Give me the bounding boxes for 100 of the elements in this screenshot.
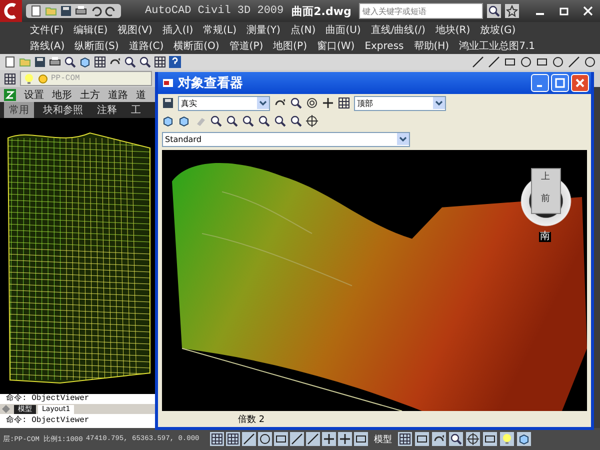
status-tool-icon[interactable] (415, 432, 430, 446)
rectangle-icon[interactable] (504, 56, 516, 68)
menu-item[interactable]: 常规(L) (203, 23, 236, 37)
circle-icon[interactable] (552, 56, 564, 68)
cube-icon[interactable] (162, 115, 174, 127)
zoom-icon[interactable] (290, 115, 302, 127)
zoom-icon[interactable] (64, 56, 76, 68)
restore-icon[interactable] (558, 5, 570, 17)
status-tool-icon[interactable] (398, 432, 412, 446)
menu-item[interactable]: 文件(F) (30, 23, 64, 37)
search-field[interactable]: 键入关键字或短语 (359, 3, 484, 19)
menu-item[interactable]: 帮助(H) (414, 39, 450, 53)
zoom-icon[interactable] (124, 56, 136, 68)
menu-item[interactable]: 点(N) (290, 23, 316, 37)
zoom-icon[interactable] (139, 56, 151, 68)
bulb-icon[interactable] (23, 72, 35, 84)
zoom-icon[interactable] (258, 115, 270, 127)
menu-item[interactable]: 管道(P) (229, 39, 264, 53)
zoom-icon[interactable] (210, 115, 222, 127)
menu-item[interactable]: 编辑(E) (74, 23, 108, 37)
zoom-icon[interactable] (242, 115, 254, 127)
close-icon[interactable] (582, 5, 594, 17)
zoom-icon[interactable] (290, 97, 302, 109)
menu-item[interactable]: 设置 (24, 88, 44, 102)
menu-item[interactable]: 视图(V) (118, 23, 152, 37)
cube-icon[interactable] (79, 56, 91, 68)
save-icon[interactable] (34, 56, 46, 68)
menu-item[interactable]: 曲面(U) (326, 23, 361, 37)
style-dropdown[interactable]: Standard (162, 132, 410, 146)
maximize-icon[interactable] (551, 74, 569, 92)
grid-icon[interactable] (338, 97, 350, 109)
menu-item[interactable]: 窗口(W) (316, 39, 355, 53)
status-toggle-icon[interactable] (274, 432, 288, 446)
menu-item[interactable]: 道路(C) (128, 39, 164, 53)
ribbon-tab[interactable]: 工 (126, 102, 146, 118)
app-icon[interactable] (162, 77, 174, 89)
line-icon[interactable] (488, 56, 500, 68)
menu-item[interactable]: 放坡(G) (480, 23, 516, 37)
ribbon-tab[interactable]: 块和参照 (38, 102, 88, 118)
ribbon-tab[interactable]: 常用 (4, 102, 34, 118)
menu-item[interactable]: 横断面(O) (174, 39, 220, 53)
search-icon[interactable] (487, 4, 502, 18)
menu-item[interactable]: 地块(R) (435, 23, 470, 37)
menu-item[interactable]: 路线(A) (30, 39, 65, 53)
pan-icon[interactable] (322, 97, 334, 109)
save-icon[interactable] (162, 97, 174, 109)
visual-style-dropdown[interactable]: 真实 (178, 96, 270, 110)
status-tool-icon[interactable] (432, 432, 446, 446)
circle-icon[interactable] (520, 56, 532, 68)
menu-item[interactable]: 道路 (108, 88, 128, 102)
zoom-icon[interactable] (226, 115, 238, 127)
menu-item[interactable]: Express (364, 40, 404, 52)
star-icon[interactable] (505, 4, 520, 18)
zoom-icon[interactable] (274, 115, 286, 127)
model-button[interactable]: 模型 (371, 432, 396, 446)
menu-item[interactable]: 直线/曲线(/) (370, 23, 426, 37)
printer-icon[interactable] (75, 5, 87, 17)
menu-item[interactable]: 插入(I) (162, 23, 194, 37)
line-icon[interactable] (472, 56, 484, 68)
status-toggle-icon[interactable] (258, 432, 272, 446)
sun-icon[interactable] (37, 72, 49, 84)
ribbon-tab[interactable]: 注释 (92, 102, 122, 118)
line-icon[interactable] (568, 56, 580, 68)
circle-icon[interactable] (584, 56, 596, 68)
undo-icon[interactable] (90, 5, 102, 17)
menu-item[interactable]: 地图(P) (273, 39, 307, 53)
new-file-icon[interactable] (30, 5, 42, 17)
view-dropdown[interactable]: 顶部 (354, 96, 446, 110)
grid-icon[interactable] (154, 56, 166, 68)
grid-icon[interactable] (94, 56, 106, 68)
menu-item[interactable]: 纵断面(S) (74, 39, 119, 53)
menu-item[interactable]: 测量(Y) (246, 23, 280, 37)
menu-item[interactable]: 道 (136, 88, 146, 102)
status-toggle-icon[interactable] (242, 432, 256, 446)
status-toggle-icon[interactable] (210, 432, 224, 446)
status-tool-icon[interactable] (500, 432, 514, 446)
app-logo-icon[interactable] (0, 0, 22, 22)
status-tool-icon[interactable] (483, 432, 498, 446)
new-file-icon[interactable] (4, 56, 16, 68)
menu-item[interactable]: 鸿业工业总图7.1 (459, 39, 535, 53)
cube-icon[interactable] (178, 115, 190, 127)
civil-logo-icon[interactable] (4, 88, 16, 100)
status-toggle-icon[interactable] (322, 432, 336, 446)
status-tool-icon[interactable] (449, 432, 464, 446)
crosshair-icon[interactable] (306, 115, 318, 127)
status-toggle-icon[interactable] (226, 432, 240, 446)
save-icon[interactable] (60, 5, 72, 17)
help-icon[interactable] (169, 56, 181, 68)
redo-icon[interactable] (105, 5, 117, 17)
rectangle-icon[interactable] (536, 56, 548, 68)
menu-item[interactable]: 地形 (52, 88, 72, 102)
status-toggle-icon[interactable] (306, 432, 320, 446)
status-tool-icon[interactable] (466, 432, 480, 446)
layers-icon[interactable] (4, 72, 16, 84)
status-toggle-icon[interactable] (354, 432, 368, 446)
target-icon[interactable] (306, 97, 318, 109)
status-toggle-icon[interactable] (290, 432, 304, 446)
status-toggle-icon[interactable] (338, 432, 352, 446)
status-tool-icon[interactable] (517, 432, 532, 446)
printer-icon[interactable] (49, 56, 61, 68)
